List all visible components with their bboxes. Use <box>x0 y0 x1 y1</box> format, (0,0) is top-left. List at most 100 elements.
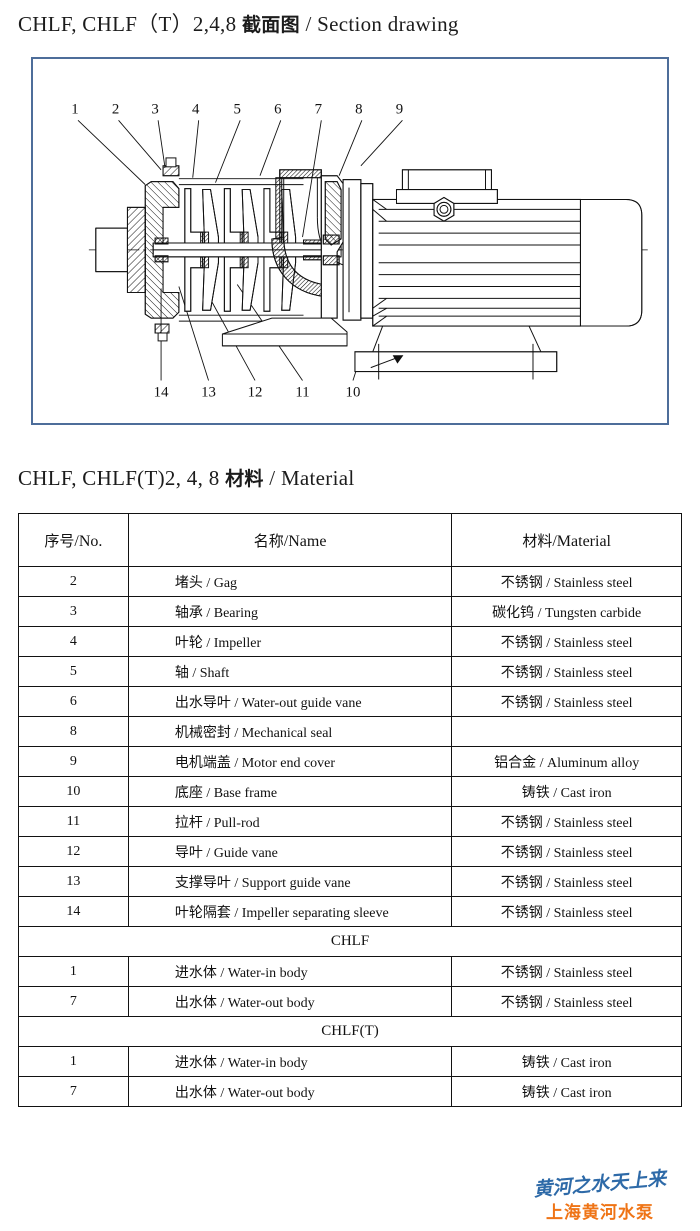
callout-top-9: 9 <box>396 101 403 117</box>
cell-no: 10 <box>18 776 129 807</box>
cell-no: 5 <box>18 656 129 687</box>
cell-name-latin: / Guide vane <box>202 845 278 861</box>
cell-material-latin: / Stainless steel <box>542 875 633 891</box>
cell-name-latin: / Mechanical seal <box>230 725 333 741</box>
cell-material-latin: / Stainless steel <box>542 845 633 861</box>
cell-material: 不锈钢 / Stainless steel <box>451 806 682 837</box>
cell-name-cjk: 电机端盖 <box>174 754 231 771</box>
section-drawing-title-cjk: 截面图 <box>241 14 300 36</box>
cell-material-cjk: 不锈钢 <box>500 964 543 981</box>
cell-material-cjk: 铸铁 <box>521 1054 550 1071</box>
cell-name-cjk: 出水导叶 <box>174 694 231 711</box>
column-header-material: 材料/Material <box>451 513 682 567</box>
cell-name: 出水导叶 / Water-out guide vane <box>127 686 453 717</box>
table-row: 14 叶轮隔套 / Impeller separating sleeve 不锈钢 /… <box>18 896 682 927</box>
section-drawing-title-latin: Section drawing <box>317 12 459 36</box>
cell-material-cjk: 不锈钢 <box>500 634 543 651</box>
cell-material: 不锈钢 / Stainless steel <box>451 896 682 927</box>
logo-graphic: 黄河之水天上来 上海黄河水泵 <box>533 1167 670 1223</box>
cell-name-cjk: 支撑导叶 <box>174 874 231 891</box>
cell-material: 铝合金 / Aluminum alloy <box>451 746 682 777</box>
cell-no: 13 <box>18 866 129 897</box>
cell-material-cjk: 碳化钨 <box>492 604 535 621</box>
cell-name-cjk: 出水体 <box>174 994 217 1011</box>
cell-name: 轴承 / Bearing <box>127 596 453 627</box>
cell-name-cjk: 堵头 <box>174 574 203 591</box>
motor-end-cover <box>342 179 374 321</box>
cell-material-latin: / Cast iron <box>549 1055 612 1071</box>
cell-name: 进水体 / Water-in body <box>127 956 453 987</box>
cell-name-latin: / Shaft <box>188 665 230 681</box>
section-drawing-panel: 1 2 3 4 5 6 7 8 9 14 13 12 11 10 <box>31 57 669 425</box>
suction-flange <box>95 206 146 293</box>
cell-no: 12 <box>18 836 129 867</box>
callout-bottom-12: 12 <box>248 384 263 400</box>
cell-name-latin: / Gag <box>202 575 238 591</box>
cell-no: 1 <box>18 956 129 987</box>
cell-material-latin: / Tungsten carbide <box>534 605 642 621</box>
cell-material: 铸铁 / Cast iron <box>451 776 682 807</box>
cell-no: 8 <box>18 716 129 747</box>
logo-script-text: 黄河之水天上来 <box>533 1167 670 1201</box>
table-row: 3 轴承 / Bearing 碳化钨 / Tungsten carbide <box>18 596 682 627</box>
table-row: 10 底座 / Base frame 铸铁 / Cast iron <box>18 776 682 807</box>
page-title-material: CHLF, CHLF(T)2, 4, 8 材料 / Material <box>18 464 354 491</box>
cell-name: 底座 / Base frame <box>127 776 453 807</box>
material-model: CHLF, CHLF(T)2, 4, 8 <box>18 466 220 490</box>
cell-material: 铸铁 / Cast iron <box>451 1076 682 1107</box>
group-header-chlft: CHLF(T) <box>18 1016 682 1047</box>
cell-name: 进水体 / Water-in body <box>127 1046 453 1077</box>
cell-name-cjk: 底座 <box>174 784 203 801</box>
cell-name-latin: / Support guide vane <box>230 875 351 891</box>
cell-material-latin: / Stainless steel <box>542 635 633 651</box>
motor-body <box>372 198 643 327</box>
cell-name-latin: / Bearing <box>202 605 259 621</box>
cell-name-latin: / Motor end cover <box>230 755 336 771</box>
table-row: 1 进水体 / Water-in body 不锈钢 / Stainless stee… <box>18 956 682 987</box>
cell-material: 不锈钢 / Stainless steel <box>451 986 682 1017</box>
cell-no: 6 <box>18 686 129 717</box>
cell-material-latin: / Cast iron <box>549 1085 612 1101</box>
cell-name: 堵头 / Gag <box>127 566 453 597</box>
cell-name-cjk: 叶轮隔套 <box>174 904 231 921</box>
cell-name-latin: / Water-out guide vane <box>230 695 362 711</box>
callout-number-group-top: 1 2 3 4 5 6 7 8 9 <box>71 101 403 117</box>
cell-no: 1 <box>18 1046 129 1077</box>
table-row: 1 进水体 / Water-in body 铸铁 / Cast iron <box>18 1046 682 1077</box>
cell-material-cjk: 铸铁 <box>521 1084 550 1101</box>
cell-material-latin: / Stainless steel <box>542 905 633 921</box>
table-row: 11 拉杆 / Pull-rod 不锈钢 / Stainless steel <box>18 806 682 837</box>
callout-bottom-11: 11 <box>295 384 309 400</box>
cell-material-cjk: 不锈钢 <box>500 874 543 891</box>
callout-top-2: 2 <box>112 101 119 117</box>
cell-material: 不锈钢 / Stainless steel <box>451 956 682 987</box>
cell-name-cjk: 拉杆 <box>174 814 203 831</box>
cell-name-cjk: 进水体 <box>174 1054 217 1071</box>
table-row: 12 导叶 / Guide vane 不锈钢 / Stainless steel <box>18 836 682 867</box>
group-label: CHLF(T) <box>18 1016 682 1047</box>
cell-name-latin: / Impeller separating sleeve <box>230 905 389 921</box>
callout-top-5: 5 <box>234 101 241 117</box>
cell-name: 轴 / Shaft <box>127 656 453 687</box>
cell-material: 不锈钢 / Stainless steel <box>451 656 682 687</box>
cell-material-latin: / Stainless steel <box>542 575 633 591</box>
cell-name-latin: / Water-in body <box>216 1055 308 1071</box>
callout-top-3: 3 <box>151 101 158 117</box>
company-logo: 黄河之水天上来 上海黄河水泵 <box>528 1152 692 1224</box>
material-table: 序号/No. 名称/Name 材料/Material 2 堵头 / Gag 不锈钢 … <box>18 513 682 1107</box>
cell-material-cjk: 不锈钢 <box>500 844 543 861</box>
cell-material: 碳化钨 / Tungsten carbide <box>451 596 682 627</box>
section-drawing-separator: / <box>305 12 312 36</box>
base-frame <box>354 325 558 380</box>
table-row: 5轴 / Shaft 不锈钢 / Stainless steel <box>18 656 682 687</box>
callout-top-6: 6 <box>274 101 281 117</box>
cell-name-latin: / Pull-rod <box>202 815 260 831</box>
column-header-no: 序号/No. <box>18 513 129 567</box>
callout-top-4: 4 <box>192 101 200 117</box>
cell-name-cjk: 出水体 <box>174 1084 217 1101</box>
material-table-head: 序号/No. 名称/Name 材料/Material <box>18 513 682 567</box>
cell-name-cjk: 导叶 <box>174 844 203 861</box>
cell-no: 7 <box>18 986 129 1017</box>
cell-name-cjk: 轴 <box>174 664 189 681</box>
group-label: CHLF <box>18 926 682 957</box>
